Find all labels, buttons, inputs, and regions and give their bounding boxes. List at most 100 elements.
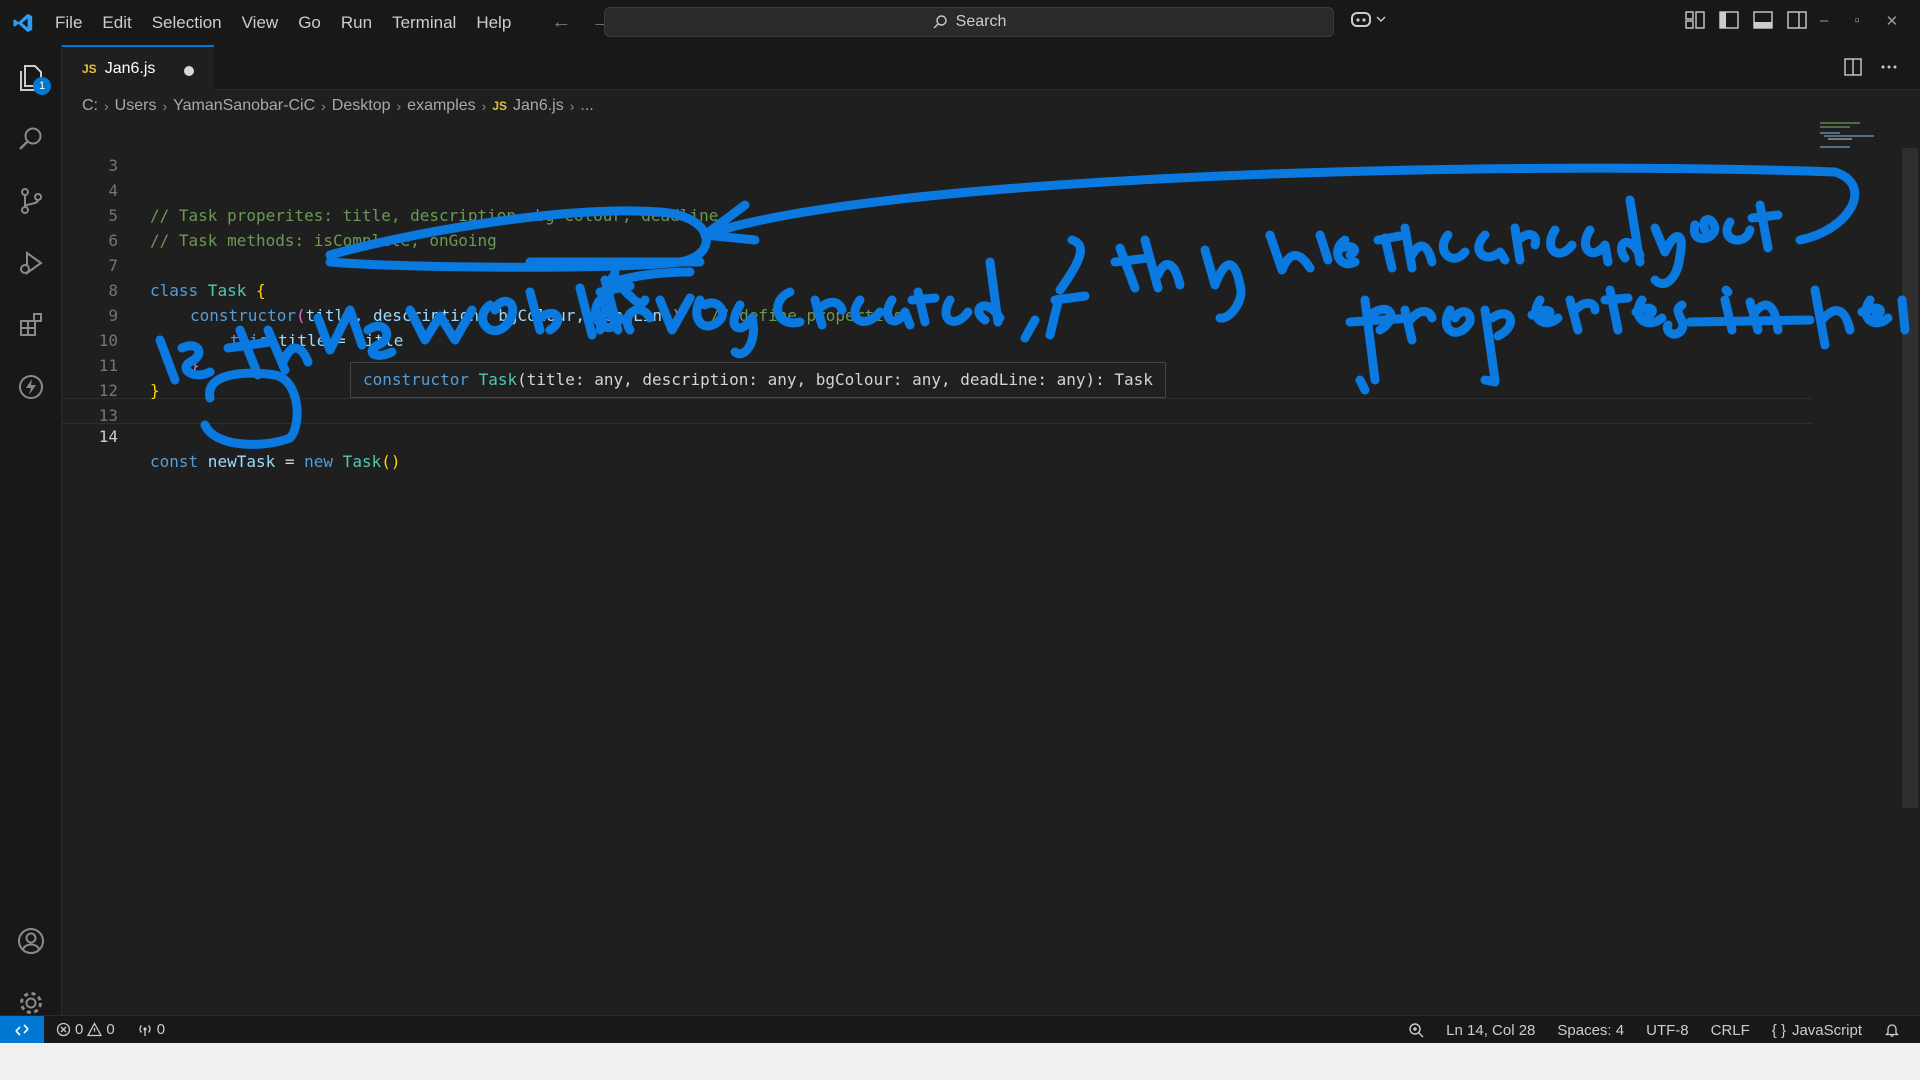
menu-go[interactable]: Go <box>288 0 331 45</box>
explorer-icon[interactable]: 1 <box>11 57 51 97</box>
chevron-right-icon: › <box>481 98 487 114</box>
breadcrumb-users[interactable]: Users <box>115 97 157 115</box>
breadcrumb-examples[interactable]: examples <box>407 97 475 115</box>
toggle-panel-icon[interactable] <box>1753 11 1773 29</box>
code-line: 7 class Task { <box>62 228 1812 300</box>
search-icon <box>933 15 947 29</box>
line-ending[interactable]: CRLF <box>1711 1022 1750 1039</box>
minimize-icon[interactable]: – <box>1820 12 1828 30</box>
chevron-down-icon <box>1376 16 1386 22</box>
editor-actions <box>1844 58 1898 76</box>
chevron-right-icon: › <box>321 98 326 114</box>
class-name: Task <box>333 452 382 471</box>
toggle-secondary-sidebar-icon[interactable] <box>1787 11 1807 29</box>
ports-count: 0 <box>156 1021 166 1038</box>
tab-label: Jan6.js <box>104 59 156 77</box>
line-number: 14 <box>98 427 118 446</box>
ports-indicator[interactable]: 0 <box>137 1021 165 1038</box>
vertical-scrollbar[interactable] <box>1902 148 1918 808</box>
zoom-icon[interactable] <box>1408 1022 1424 1038</box>
tooltip-keyword: constructor <box>363 370 469 389</box>
code-line: 9 this.title = title <box>62 278 1812 350</box>
run-debug-icon[interactable] <box>11 243 51 283</box>
menu-help[interactable]: Help <box>466 0 521 45</box>
code-line: 5 // Task methods: isComplete, onGoing <box>62 178 1812 250</box>
operator: = <box>275 452 305 471</box>
javascript-file-icon: JS <box>82 61 97 76</box>
remote-indicator-icon[interactable] <box>0 1015 44 1044</box>
warning-count: 0 <box>106 1021 115 1038</box>
breadcrumb-desktop[interactable]: Desktop <box>332 97 391 115</box>
signature-hover-tooltip: constructor Task(title: any, description… <box>350 362 1166 398</box>
window-controls: – ▫ ✕ <box>1820 12 1898 30</box>
search-label: Search <box>955 13 1007 30</box>
code-line: 8 constructor(title, description, bgColo… <box>62 253 1812 325</box>
breadcrumb-file[interactable]: Jan6.js <box>513 97 564 115</box>
unsaved-dot-icon[interactable] <box>184 66 194 76</box>
lightning-extension-icon[interactable] <box>11 367 51 407</box>
notifications-bell-icon[interactable] <box>1884 1022 1900 1038</box>
indentation[interactable]: Spaces: 4 <box>1557 1022 1624 1039</box>
accounts-icon[interactable] <box>11 921 51 961</box>
command-center-search[interactable]: Search <box>604 7 1334 37</box>
back-arrow-icon[interactable]: ← <box>551 11 571 34</box>
braces-icon: { } <box>1771 1021 1786 1039</box>
status-right: Ln 14, Col 28 Spaces: 4 UTF-8 CRLF { } Ja… <box>1408 1016 1900 1044</box>
split-editor-icon[interactable] <box>1844 58 1862 76</box>
title-bar: File Edit Selection View Go Run Terminal… <box>0 0 1920 45</box>
activity-bar: 1 <box>0 45 62 1015</box>
menu-view[interactable]: View <box>232 0 289 45</box>
tooltip-signature: (title: any, description: any, bgColour:… <box>517 370 1153 389</box>
error-count: 0 <box>75 1021 84 1038</box>
search-view-icon[interactable] <box>11 119 51 159</box>
code-editor[interactable]: 3 4 // Task properites: title, descripti… <box>62 120 1920 1015</box>
encoding[interactable]: UTF-8 <box>1646 1022 1689 1039</box>
extensions-icon[interactable] <box>11 305 51 345</box>
code-line: 4 // Task properites: title, description… <box>62 153 1812 225</box>
menu-edit[interactable]: Edit <box>92 0 141 45</box>
paren: () <box>381 452 401 471</box>
editor-tab-bar: JS Jan6.js <box>62 45 1920 90</box>
more-actions-icon[interactable] <box>1880 58 1898 76</box>
explorer-badge: 1 <box>33 77 51 95</box>
restore-icon[interactable]: ▫ <box>1854 12 1859 30</box>
problems-indicator[interactable]: 0 0 <box>56 1021 115 1038</box>
code-line: 11 } <box>62 328 1812 400</box>
navigation-arrows: ← → <box>551 11 611 34</box>
warning-icon <box>87 1022 103 1037</box>
close-icon[interactable]: ✕ <box>1886 12 1899 30</box>
vscode-logo-icon <box>0 0 45 45</box>
cursor-position[interactable]: Ln 14, Col 28 <box>1446 1022 1535 1039</box>
breadcrumb-user-folder[interactable]: YamanSanobar-CiC <box>173 97 315 115</box>
code-line: 10 } <box>62 303 1812 375</box>
menu-run[interactable]: Run <box>331 0 382 45</box>
language-label: JavaScript <box>1791 1021 1862 1039</box>
menu-terminal[interactable]: Terminal <box>382 0 466 45</box>
taskbar-strip <box>0 1043 1920 1080</box>
source-control-icon[interactable] <box>11 181 51 221</box>
keyword: const <box>150 452 199 471</box>
breadcrumb-drive[interactable]: C: <box>82 97 98 115</box>
chevron-right-icon: › <box>569 98 575 114</box>
minimap[interactable] <box>1818 120 1898 150</box>
menu-file[interactable]: File <box>45 0 92 45</box>
tab-jan6-js[interactable]: JS Jan6.js <box>62 45 214 90</box>
code-text: const newTask = new Task() <box>150 449 400 474</box>
language-mode[interactable]: { } JavaScript <box>1772 1022 1862 1039</box>
status-bar: 0 0 0 Ln 14, Col 28 Spaces: 4 UTF-8 CRLF… <box>0 1015 1920 1044</box>
copilot-menu[interactable] <box>1350 10 1386 28</box>
code-line: 14 const newTask = new Task() <box>62 399 1812 471</box>
javascript-file-icon: JS <box>492 99 508 113</box>
breadcrumb-symbol[interactable]: ... <box>580 97 593 115</box>
menu-bar: File Edit Selection View Go Run Terminal… <box>45 0 521 45</box>
copilot-icon <box>1351 12 1371 27</box>
chevron-right-icon: › <box>396 98 402 114</box>
tooltip-class: Task <box>468 370 518 389</box>
menu-selection[interactable]: Selection <box>142 0 232 45</box>
broadcast-icon <box>139 1025 151 1036</box>
error-icon <box>56 1022 71 1037</box>
layout-controls <box>1685 11 1807 29</box>
variable-name: newTask <box>198 452 276 471</box>
toggle-primary-sidebar-icon[interactable] <box>1719 11 1739 29</box>
customize-layout-icon[interactable] <box>1685 11 1705 29</box>
